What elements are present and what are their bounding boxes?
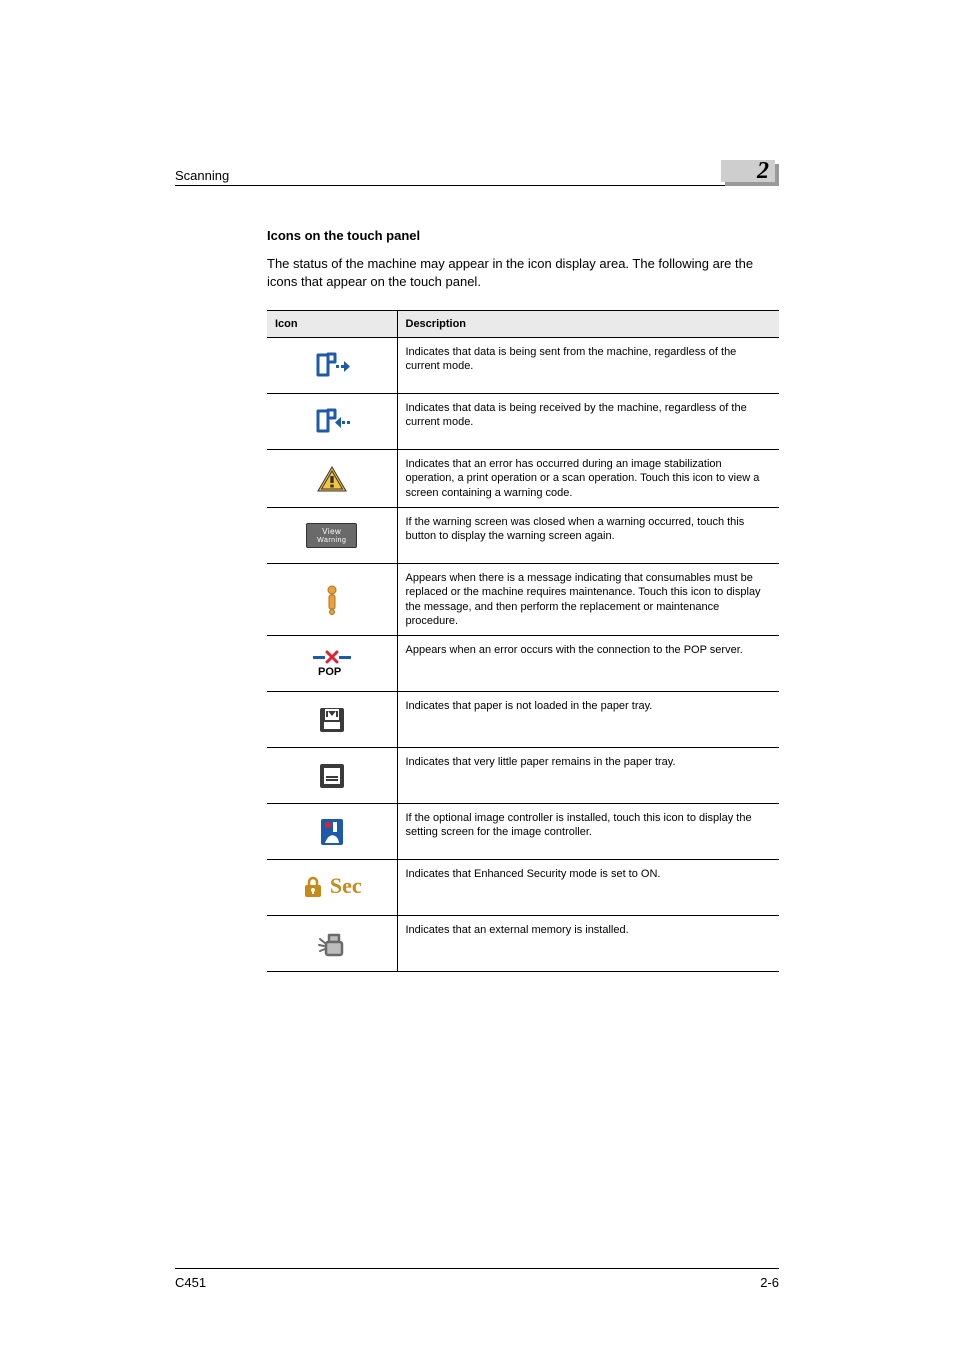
page-footer: C451 2-6 xyxy=(175,1268,779,1290)
table-row: Appears when there is a message indicati… xyxy=(267,563,779,635)
row-desc: If the optional image controller is inst… xyxy=(397,804,779,860)
table-row: Indicates that very little paper remains… xyxy=(267,748,779,804)
no-paper-icon xyxy=(317,705,347,735)
table-row: Indicates that data is being sent from t… xyxy=(267,338,779,394)
view-warning-button-icon: View Warning xyxy=(306,523,357,549)
row-desc: Appears when there is a message indicati… xyxy=(397,563,779,635)
row-desc: Indicates that an error has occurred dur… xyxy=(397,450,779,508)
table-row: Indicates that data is being received by… xyxy=(267,394,779,450)
section-heading: Icons on the touch panel xyxy=(267,228,779,243)
intro-paragraph: The status of the machine may appear in … xyxy=(267,255,779,290)
icons-table: Icon Description xyxy=(267,310,779,972)
footer-page-number: 2-6 xyxy=(760,1275,779,1290)
row-desc: Indicates that data is being sent from t… xyxy=(397,338,779,394)
row-desc: Indicates that an external memory is ins… xyxy=(397,916,779,972)
data-send-icon xyxy=(314,351,350,381)
table-row: Indicates that an external memory is ins… xyxy=(267,916,779,972)
low-paper-icon xyxy=(317,761,347,791)
data-receive-icon xyxy=(314,407,350,437)
table-head-desc: Description xyxy=(397,311,779,338)
external-memory-icon xyxy=(317,929,347,959)
table-row: Sec Indicates that Enhanced Security mod… xyxy=(267,860,779,916)
page-header: Scanning 2 xyxy=(175,160,779,186)
svg-text:POP: POP xyxy=(318,666,341,678)
footer-model: C451 xyxy=(175,1275,206,1290)
row-desc: Indicates that paper is not loaded in th… xyxy=(397,692,779,748)
table-row: Indicates that paper is not loaded in th… xyxy=(267,692,779,748)
security-mode-icon: Sec xyxy=(302,872,362,901)
row-desc: Indicates that Enhanced Security mode is… xyxy=(397,860,779,916)
warning-triangle-icon xyxy=(316,465,348,493)
row-desc: Indicates that very little paper remains… xyxy=(397,748,779,804)
table-row: If the optional image controller is inst… xyxy=(267,804,779,860)
row-desc: If the warning screen was closed when a … xyxy=(397,507,779,563)
pop-error-icon: POP xyxy=(311,650,353,678)
header-section-name: Scanning xyxy=(175,168,229,183)
table-head-icon: Icon xyxy=(267,311,397,338)
row-desc: Indicates that data is being received by… xyxy=(397,394,779,450)
table-row: POP Appears when an error occurs with th… xyxy=(267,636,779,692)
chapter-number-badge: 2 xyxy=(721,160,779,186)
row-desc: Appears when an error occurs with the co… xyxy=(397,636,779,692)
table-row: Indicates that an error has occurred dur… xyxy=(267,450,779,508)
table-row: View Warning If the warning screen was c… xyxy=(267,507,779,563)
image-controller-icon xyxy=(319,817,345,847)
consumable-icon xyxy=(324,585,340,615)
